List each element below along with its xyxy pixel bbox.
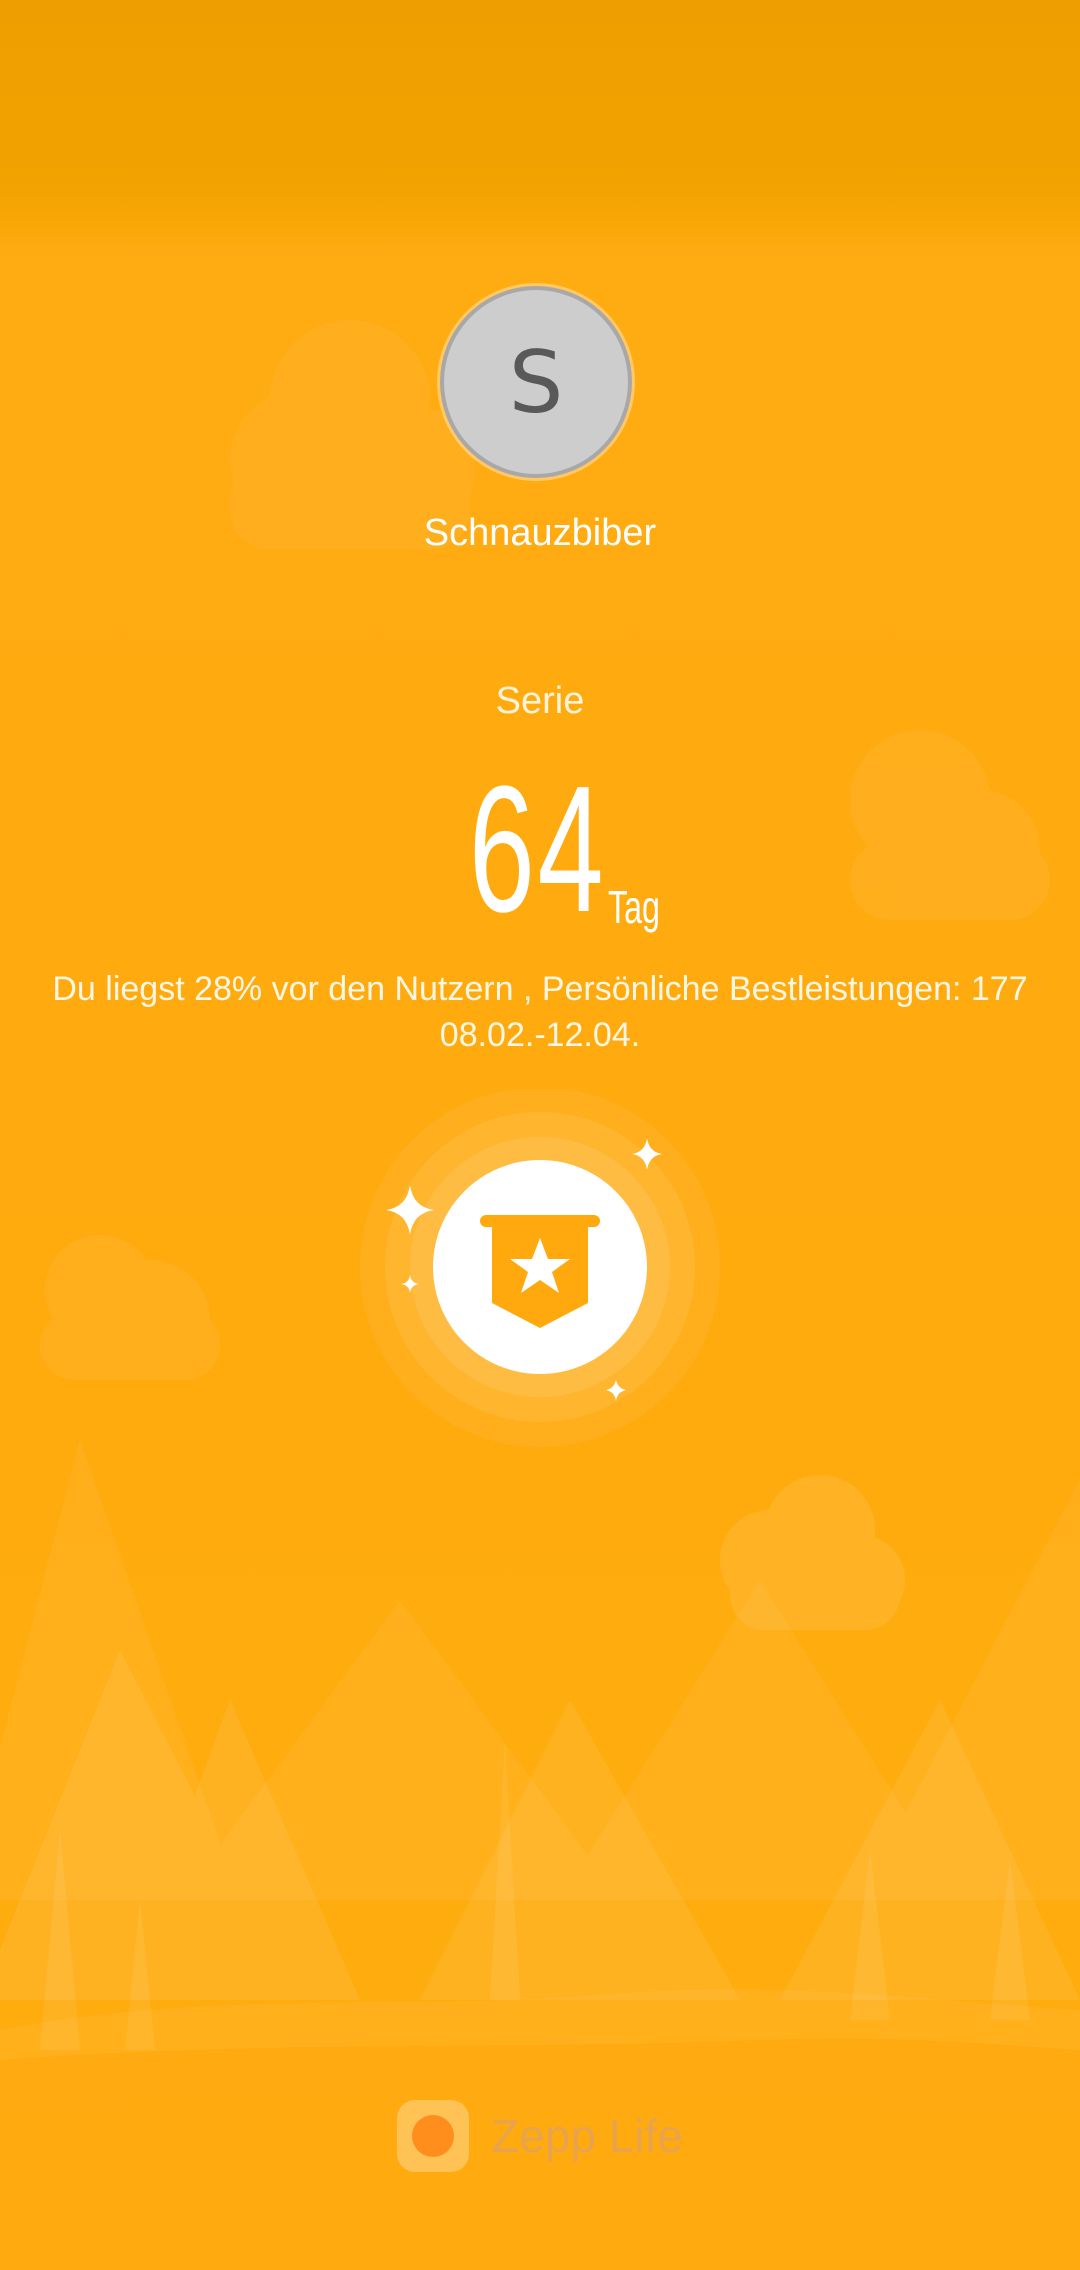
- streak-value: 64: [468, 749, 607, 950]
- username-label: Schnauzbiber: [423, 512, 657, 554]
- zepp-life-logo-icon: [397, 2100, 470, 2172]
- achievement-badge[interactable]: [340, 1090, 740, 1450]
- user-avatar[interactable]: S: [440, 286, 632, 478]
- streak-label: Serie: [495, 680, 585, 722]
- avatar-initial: S: [508, 333, 564, 433]
- ranking-info-text: Du liegst 28% vor den Nutzern , Persönli…: [52, 970, 1028, 1008]
- streak-display: 64Tag: [0, 760, 1080, 940]
- streak-unit: Tag: [608, 881, 660, 933]
- app-branding: Zepp Life: [0, 2100, 1080, 2172]
- app-name: Zepp Life: [491, 2110, 683, 2162]
- personal-best-dates: 08.02.-12.04.: [439, 1016, 641, 1054]
